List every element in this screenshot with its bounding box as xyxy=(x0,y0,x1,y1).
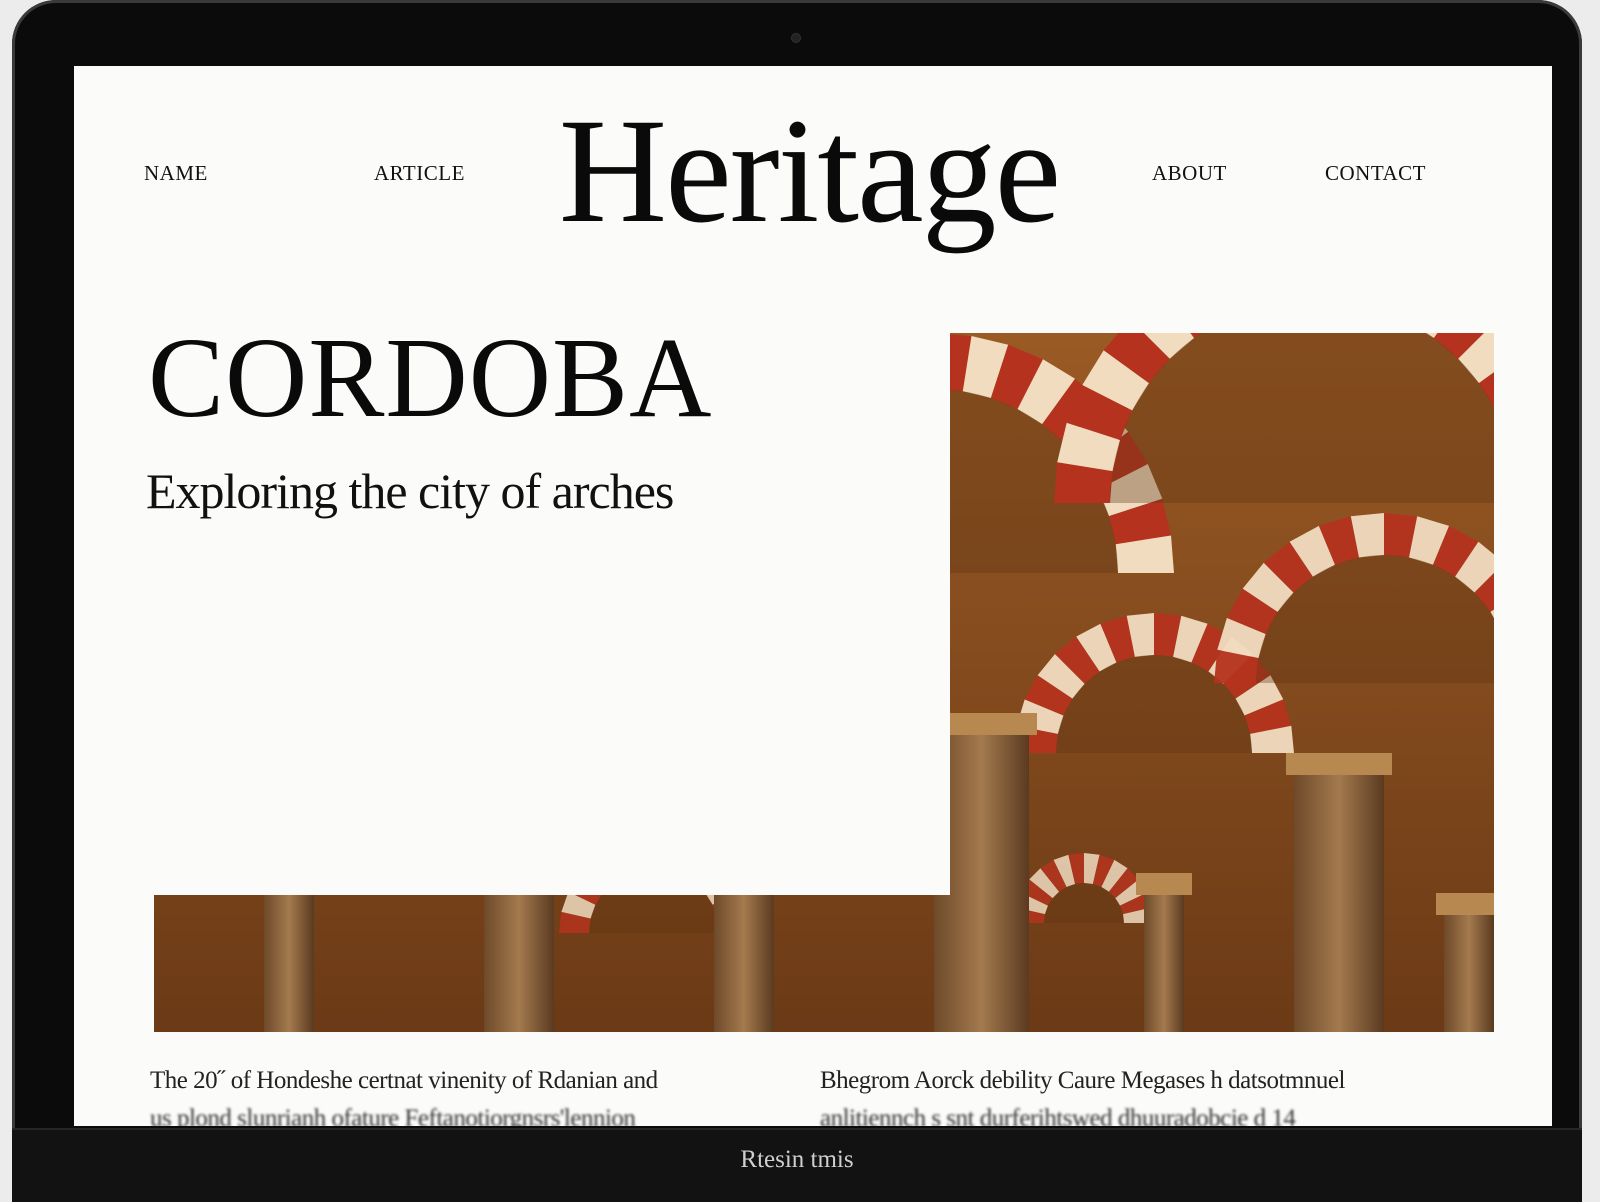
column xyxy=(1294,753,1384,1032)
device-label: Rtesin tmis xyxy=(740,1146,854,1173)
article-line: Bhegrom Aorck debility Caure Megases h d… xyxy=(820,1067,1345,1094)
nav-link-about[interactable]: ABOUT xyxy=(1152,161,1227,186)
column xyxy=(484,803,554,1032)
article-column-1: The 20˝ of Hondeshe certnat vinenity of … xyxy=(150,1062,658,1126)
nav-link-name[interactable]: NAME xyxy=(144,161,208,186)
column-capital xyxy=(1286,753,1392,775)
browser-viewport: NAME ARTICLE Heritage ABOUT CONTACT CORD… xyxy=(74,66,1552,1126)
article-column-2: Bhegrom Aorck debility Caure Megases h d… xyxy=(820,1062,1345,1126)
arch xyxy=(1054,333,1494,503)
column-capital xyxy=(706,833,782,855)
column-capital xyxy=(1436,893,1494,915)
site-logo[interactable]: Heritage xyxy=(519,96,1099,246)
article-line: us plond slunrianh ofature Feftanotiorgn… xyxy=(150,1105,636,1126)
article-line: The 20˝ of Hondeshe certnat vinenity of … xyxy=(150,1067,658,1094)
column xyxy=(264,853,314,1032)
column xyxy=(714,833,774,1032)
hero-title: CORDOBA xyxy=(148,314,713,441)
column xyxy=(934,713,1029,1032)
article-line: anlitiennch s snt durferihtswed dhuurado… xyxy=(820,1105,1296,1126)
nav-link-contact[interactable]: CONTACT xyxy=(1325,161,1426,186)
laptop-chin: Rtesin tmis xyxy=(12,1128,1582,1202)
nav-link-article[interactable]: ARTICLE xyxy=(374,161,465,186)
laptop-frame: NAME ARTICLE Heritage ABOUT CONTACT CORD… xyxy=(12,0,1582,1202)
column-capital xyxy=(256,853,322,875)
column-capital xyxy=(926,713,1037,735)
column xyxy=(1144,873,1184,1032)
camera-icon xyxy=(792,34,800,42)
hero-subtitle: Exploring the city of arches xyxy=(146,463,674,519)
column-capital xyxy=(476,803,562,825)
column-capital xyxy=(1136,873,1192,895)
